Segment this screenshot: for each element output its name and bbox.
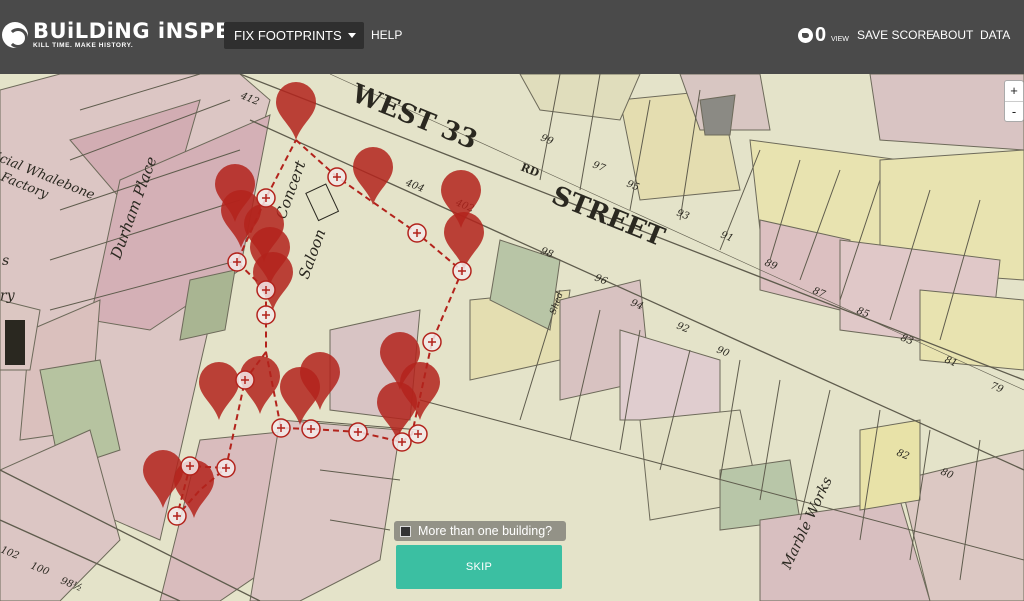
top-bar: BUiLDiNG iNSPECTOR KILL TIME. MAKE HISTO…	[0, 0, 1024, 74]
about-link[interactable]: ABOUT	[932, 28, 973, 42]
score-count: 0	[815, 24, 827, 46]
label-s: s	[2, 253, 9, 269]
mode-select-value: FIX FOOTPRINTS	[234, 28, 342, 43]
zoom-control: + -	[1004, 80, 1024, 122]
twitter-icon[interactable]	[798, 28, 813, 43]
help-link[interactable]: HELP	[371, 28, 402, 42]
zoom-in-button[interactable]: +	[1005, 81, 1023, 101]
skip-button[interactable]: SKIP	[396, 545, 562, 589]
save-score-link[interactable]: SAVE SCORE	[857, 28, 934, 42]
more-than-one-building-toggle[interactable]: More than one building?	[394, 521, 566, 541]
data-link[interactable]: DATA	[980, 28, 1010, 42]
score-unit: VIEW	[831, 36, 849, 43]
lion-logo-icon	[2, 22, 28, 48]
more-than-one-label: More than one building?	[418, 524, 553, 538]
more-than-one-checkbox[interactable]	[400, 525, 411, 537]
zoom-out-button[interactable]: -	[1005, 101, 1023, 121]
label-ry: ry	[0, 288, 16, 304]
chevron-down-icon	[348, 33, 356, 38]
mode-select[interactable]: FIX FOOTPRINTS	[224, 22, 364, 49]
